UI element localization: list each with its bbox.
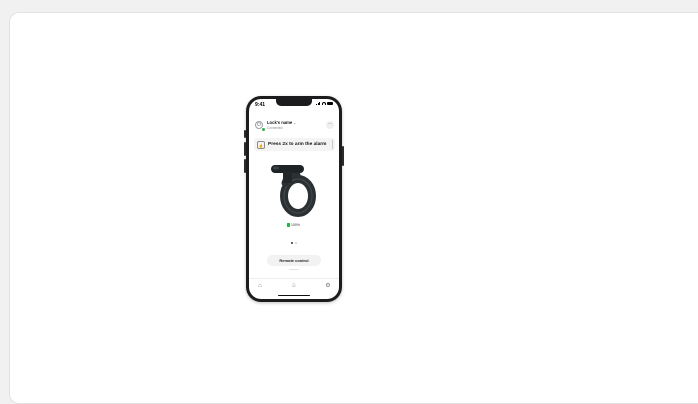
divider	[289, 269, 299, 270]
connected-indicator	[261, 127, 266, 132]
pager-dot-active[interactable]	[291, 242, 293, 244]
notch	[276, 99, 312, 106]
mute-switch	[244, 130, 246, 138]
cable-lock-image	[271, 165, 316, 217]
alarm-hint-banner: ☝ Press 2x to arm the alarm	[254, 138, 335, 151]
volume-down-button	[244, 159, 246, 173]
settings-icon[interactable]: ⚙	[324, 282, 332, 290]
remote-control-button[interactable]: Remote control	[267, 255, 321, 266]
more-options-button[interactable]: ⋯	[326, 121, 334, 129]
status-time: 9:41	[255, 102, 266, 108]
bell-icon[interactable]: ♧	[290, 282, 298, 290]
carousel-pager[interactable]	[291, 242, 297, 244]
wifi-icon	[321, 102, 326, 105]
lock-name[interactable]: Lock's name⌄	[267, 120, 296, 125]
hand-press-icon: ☝	[257, 140, 265, 149]
phone-mockup: 9:41 ⏻ Lock's name⌄ Connected ⋯ ☝ Press …	[244, 96, 344, 302]
home-indicator	[278, 294, 310, 296]
bottom-tab-bar: ⌂ ♧ ⚙	[249, 278, 339, 291]
preview-card	[9, 12, 698, 404]
status-icons	[316, 102, 333, 105]
banner-text: Press 2x to arm the alarm	[268, 142, 327, 147]
power-button	[342, 146, 344, 166]
chevron-down-icon: ⌄	[293, 121, 297, 125]
battery-icon	[287, 223, 290, 227]
pager-dot[interactable]	[294, 242, 297, 244]
lock-header[interactable]: ⏻ Lock's name⌄ Connected ⋯	[255, 119, 334, 133]
signal-icon	[316, 102, 320, 105]
battery-status-icon	[327, 102, 333, 105]
home-icon[interactable]: ⌂	[256, 282, 264, 290]
volume-up-button	[244, 142, 246, 156]
battery-percent: 100%	[291, 223, 300, 227]
banner-scroll-indicator	[332, 140, 333, 149]
connection-status: Connected	[267, 125, 283, 130]
lock-battery: 100%	[287, 223, 300, 227]
phone-screen: 9:41 ⏻ Lock's name⌄ Connected ⋯ ☝ Press …	[249, 99, 339, 299]
